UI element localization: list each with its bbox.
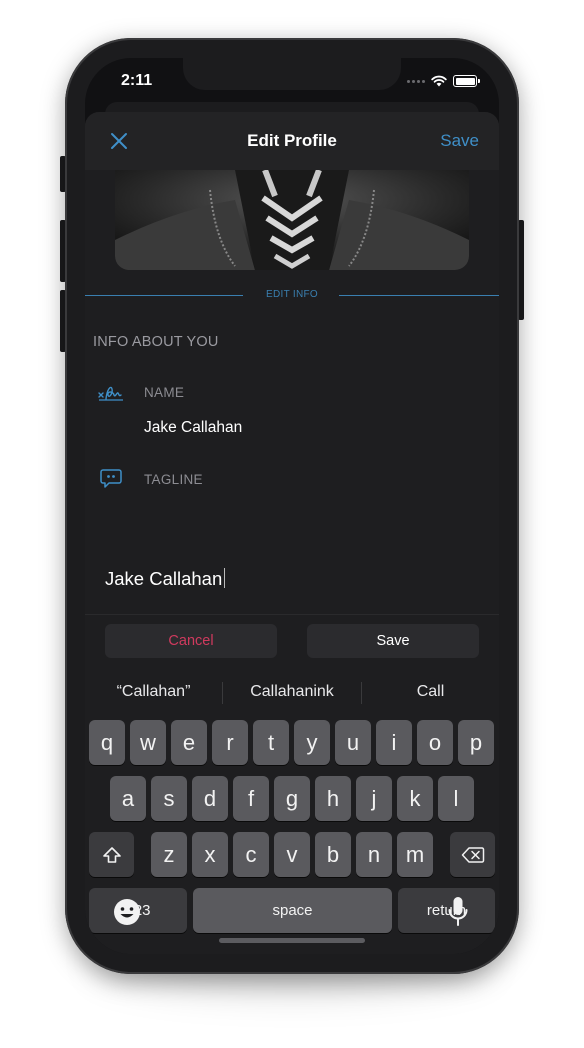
section-title: INFO ABOUT YOU — [93, 334, 219, 350]
key-e[interactable]: e — [171, 720, 207, 765]
key-o[interactable]: o — [417, 720, 453, 765]
key-r[interactable]: r — [212, 720, 248, 765]
chat-quote-icon — [100, 469, 122, 488]
tagline-label: TAGLINE — [144, 472, 203, 487]
name-label: NAME — [144, 385, 185, 400]
key-p[interactable]: p — [458, 720, 494, 765]
key-d[interactable]: d — [192, 776, 228, 821]
confirm-save-button[interactable]: Save — [307, 624, 479, 658]
key-b[interactable]: b — [315, 832, 351, 877]
battery-icon — [453, 75, 480, 87]
edit-input-bar: Jake Callahan — [85, 546, 499, 615]
text-caret — [224, 568, 226, 588]
key-i[interactable]: i — [376, 720, 412, 765]
signal-icon — [407, 79, 425, 83]
edit-input-value: Jake Callahan — [105, 568, 223, 589]
key-f[interactable]: f — [233, 776, 269, 821]
key-v[interactable]: v — [274, 832, 310, 877]
notch — [183, 58, 401, 90]
suggestion-item[interactable]: Call — [362, 670, 499, 714]
keyboard: “Callahan” Callahanink Call q w e r t y … — [85, 670, 499, 954]
backspace-icon — [461, 846, 484, 863]
space-key[interactable]: space — [193, 888, 392, 933]
emoji-icon[interactable] — [113, 898, 141, 926]
microphone-icon[interactable] — [447, 896, 469, 928]
edit-text-input[interactable]: Jake Callahan — [105, 568, 226, 590]
suggestion-item[interactable]: Callahanink — [223, 670, 361, 714]
key-w[interactable]: w — [130, 720, 166, 765]
navigation-bar: Edit Profile Save — [85, 112, 499, 170]
key-u[interactable]: u — [335, 720, 371, 765]
key-n[interactable]: n — [356, 832, 392, 877]
shift-icon — [102, 846, 121, 863]
suggestion-item[interactable]: “Callahan” — [85, 670, 222, 714]
page-title: Edit Profile — [247, 131, 337, 150]
key-g[interactable]: g — [274, 776, 310, 821]
profile-photo-image — [115, 170, 469, 270]
home-indicator[interactable] — [219, 938, 365, 943]
key-x[interactable]: x — [192, 832, 228, 877]
key-t[interactable]: t — [253, 720, 289, 765]
screen: 2:11 Edit Profile Save EDIT INFO INFO AB… — [85, 58, 499, 954]
delete-key[interactable] — [450, 832, 495, 877]
name-value[interactable]: Jake Callahan — [144, 419, 242, 437]
save-button[interactable]: Save — [440, 131, 479, 151]
key-y[interactable]: y — [294, 720, 330, 765]
shift-key[interactable] — [89, 832, 134, 877]
status-indicators — [407, 74, 480, 88]
key-h[interactable]: h — [315, 776, 351, 821]
key-m[interactable]: m — [397, 832, 433, 877]
key-q[interactable]: q — [89, 720, 125, 765]
key-a[interactable]: a — [110, 776, 146, 821]
cancel-button[interactable]: Cancel — [105, 624, 277, 658]
divider-right — [339, 295, 499, 296]
edit-profile-modal: Edit Profile Save EDIT INFO INFO ABOUT Y… — [85, 112, 499, 954]
phone-frame: 2:11 Edit Profile Save EDIT INFO INFO AB… — [65, 38, 519, 974]
status-time: 2:11 — [121, 72, 153, 89]
key-s[interactable]: s — [151, 776, 187, 821]
key-l[interactable]: l — [438, 776, 474, 821]
wifi-icon — [431, 75, 447, 87]
key-j[interactable]: j — [356, 776, 392, 821]
key-c[interactable]: c — [233, 832, 269, 877]
signature-icon — [98, 386, 123, 401]
key-z[interactable]: z — [151, 832, 187, 877]
suggestion-bar: “Callahan” Callahanink Call — [85, 670, 499, 714]
key-k[interactable]: k — [397, 776, 433, 821]
profile-photo[interactable] — [115, 170, 469, 270]
